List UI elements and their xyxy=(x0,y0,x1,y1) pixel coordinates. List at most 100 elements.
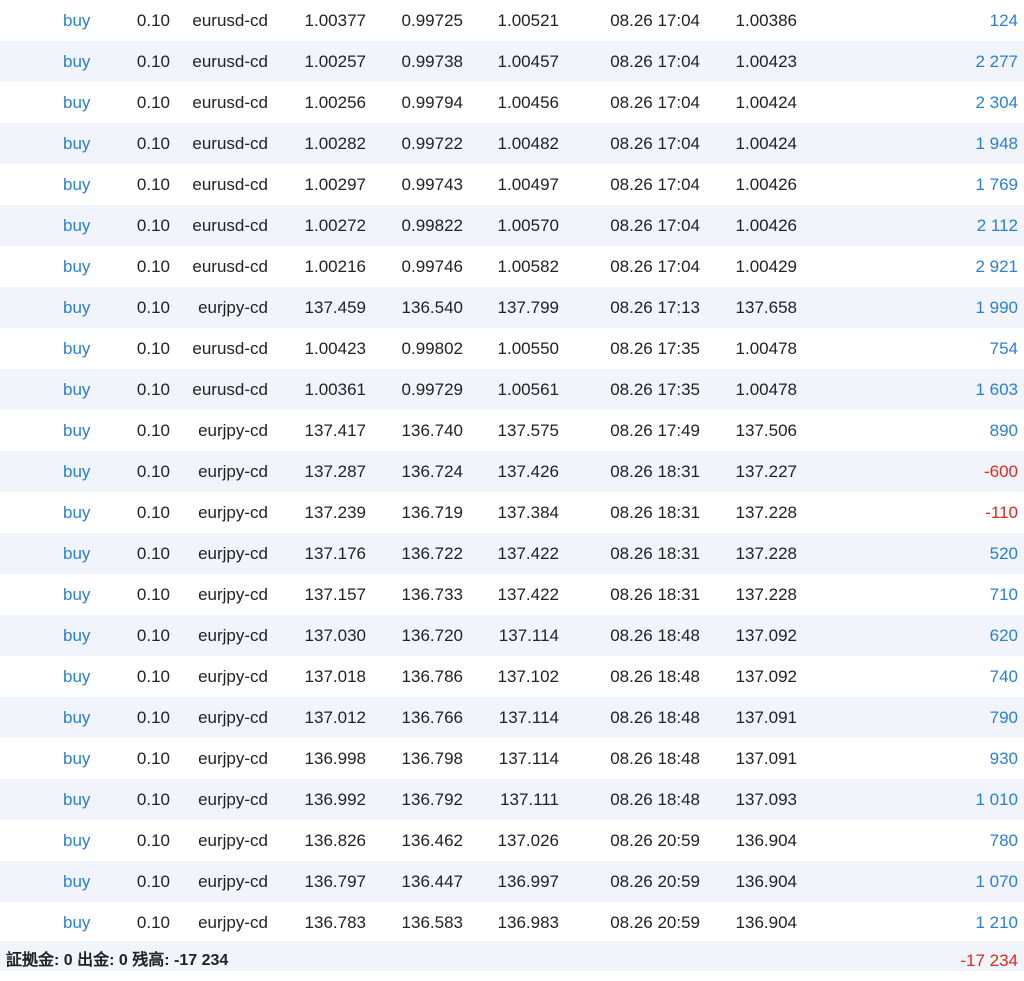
volume-cell: 0.10 xyxy=(136,421,170,440)
table-row[interactable]: buy 0.10 eurjpy-cd 137.018 136.786 137.1… xyxy=(0,656,1024,697)
symbol-cell: eurusd-cd xyxy=(192,93,268,112)
open-price-cell: 137.239 xyxy=(304,503,366,522)
order-type-link[interactable]: buy xyxy=(63,451,123,492)
open-price-cell: 136.797 xyxy=(304,872,366,891)
profit-cell: -600 xyxy=(983,462,1018,481)
symbol-cell: eurusd-cd xyxy=(192,134,268,153)
order-type-link[interactable]: buy xyxy=(63,287,123,328)
table-row[interactable]: buy 0.10 eurjpy-cd 137.459 136.540 137.7… xyxy=(0,287,1024,328)
take-profit-cell: 136.997 xyxy=(497,872,559,891)
profit-cell: 754 xyxy=(989,339,1018,358)
table-row[interactable]: buy 0.10 eurjpy-cd 137.417 136.740 137.5… xyxy=(0,410,1024,451)
table-row[interactable]: buy 0.10 eurjpy-cd 137.239 136.719 137.3… xyxy=(0,492,1024,533)
open-price-cell: 1.00423 xyxy=(304,339,366,358)
volume-cell: 0.10 xyxy=(136,749,170,768)
order-type-link[interactable]: buy xyxy=(63,41,123,82)
open-price-cell: 1.00377 xyxy=(304,11,366,30)
current-price-cell: 136.904 xyxy=(735,872,797,891)
order-type-link[interactable]: buy xyxy=(63,615,123,656)
current-price-cell: 1.00424 xyxy=(735,93,797,112)
table-row[interactable]: buy 0.10 eurusd-cd 1.00297 0.99743 1.004… xyxy=(0,164,1024,205)
table-row[interactable]: buy 0.10 eurjpy-cd 136.992 136.792 137.1… xyxy=(0,779,1024,820)
profit-cell: 1 010 xyxy=(975,790,1018,809)
order-type-link[interactable]: buy xyxy=(63,902,123,943)
time-cell: 08.26 18:48 xyxy=(610,667,700,686)
symbol-cell: eurjpy-cd xyxy=(198,298,268,317)
orders-table: buy 0.10 eurusd-cd 1.00377 0.99725 1.005… xyxy=(0,0,1024,971)
table-row[interactable]: buy 0.10 eurjpy-cd 136.797 136.447 136.9… xyxy=(0,861,1024,902)
table-row[interactable]: buy 0.10 eurusd-cd 1.00272 0.99822 1.005… xyxy=(0,205,1024,246)
stop-loss-cell: 136.722 xyxy=(401,544,463,563)
order-type-link[interactable]: buy xyxy=(63,164,123,205)
current-price-cell: 137.228 xyxy=(735,544,797,563)
table-row[interactable]: buy 0.10 eurjpy-cd 136.826 136.462 137.0… xyxy=(0,820,1024,861)
stop-loss-cell: 136.540 xyxy=(401,298,463,317)
account-summary-text: 証拠金: 0 出金: 0 残高: -17 234 xyxy=(6,952,229,969)
profit-cell: 1 603 xyxy=(975,380,1018,399)
order-type-link[interactable]: buy xyxy=(63,656,123,697)
table-row[interactable]: buy 0.10 eurusd-cd 1.00256 0.99794 1.004… xyxy=(0,82,1024,123)
order-type-link[interactable]: buy xyxy=(63,205,123,246)
volume-cell: 0.10 xyxy=(136,503,170,522)
order-type-link[interactable]: buy xyxy=(63,820,123,861)
symbol-cell: eurjpy-cd xyxy=(198,831,268,850)
order-type-link[interactable]: buy xyxy=(63,574,123,615)
order-type-link[interactable]: buy xyxy=(63,410,123,451)
time-cell: 08.26 17:04 xyxy=(610,93,700,112)
stop-loss-cell: 136.786 xyxy=(401,667,463,686)
table-row[interactable]: buy 0.10 eurjpy-cd 137.176 136.722 137.4… xyxy=(0,533,1024,574)
time-cell: 08.26 17:04 xyxy=(610,175,700,194)
table-row[interactable]: buy 0.10 eurjpy-cd 136.783 136.583 136.9… xyxy=(0,902,1024,943)
stop-loss-cell: 136.740 xyxy=(401,421,463,440)
profit-cell: 520 xyxy=(989,544,1018,563)
stop-loss-cell: 136.583 xyxy=(401,913,463,932)
open-price-cell: 136.998 xyxy=(304,749,366,768)
take-profit-cell: 137.102 xyxy=(497,667,559,686)
volume-cell: 0.10 xyxy=(136,134,170,153)
time-cell: 08.26 17:04 xyxy=(610,134,700,153)
volume-cell: 0.10 xyxy=(136,872,170,891)
table-row[interactable]: buy 0.10 eurjpy-cd 137.012 136.766 137.1… xyxy=(0,697,1024,738)
stop-loss-cell: 136.733 xyxy=(401,585,463,604)
order-type-link[interactable]: buy xyxy=(63,861,123,902)
table-row[interactable]: buy 0.10 eurusd-cd 1.00361 0.99729 1.005… xyxy=(0,369,1024,410)
table-row[interactable]: buy 0.10 eurusd-cd 1.00257 0.99738 1.004… xyxy=(0,41,1024,82)
order-type-link[interactable]: buy xyxy=(63,492,123,533)
volume-cell: 0.10 xyxy=(136,11,170,30)
stop-loss-cell: 0.99802 xyxy=(401,339,463,358)
order-type-link[interactable]: buy xyxy=(63,697,123,738)
take-profit-cell: 137.384 xyxy=(497,503,559,522)
time-cell: 08.26 17:35 xyxy=(610,380,700,399)
order-type-link[interactable]: buy xyxy=(63,533,123,574)
order-type-link[interactable]: buy xyxy=(63,328,123,369)
table-row[interactable]: buy 0.10 eurjpy-cd 137.157 136.733 137.4… xyxy=(0,574,1024,615)
stop-loss-cell: 0.99725 xyxy=(401,11,463,30)
order-type-link[interactable]: buy xyxy=(63,369,123,410)
order-type-link[interactable]: buy xyxy=(63,82,123,123)
order-type-link[interactable]: buy xyxy=(63,246,123,287)
volume-cell: 0.10 xyxy=(136,708,170,727)
table-row[interactable]: buy 0.10 eurusd-cd 1.00216 0.99746 1.005… xyxy=(0,246,1024,287)
order-type-link[interactable]: buy xyxy=(63,779,123,820)
order-type-link[interactable]: buy xyxy=(63,0,123,41)
table-row[interactable]: buy 0.10 eurjpy-cd 137.030 136.720 137.1… xyxy=(0,615,1024,656)
current-price-cell: 137.091 xyxy=(735,749,797,768)
volume-cell: 0.10 xyxy=(136,93,170,112)
profit-cell: 1 070 xyxy=(975,872,1018,891)
volume-cell: 0.10 xyxy=(136,913,170,932)
stop-loss-cell: 0.99794 xyxy=(401,93,463,112)
order-type-link[interactable]: buy xyxy=(63,123,123,164)
take-profit-cell: 1.00570 xyxy=(497,216,559,235)
order-type-link[interactable]: buy xyxy=(63,738,123,779)
table-row[interactable]: buy 0.10 eurjpy-cd 137.287 136.724 137.4… xyxy=(0,451,1024,492)
table-row[interactable]: buy 0.10 eurusd-cd 1.00423 0.99802 1.005… xyxy=(0,328,1024,369)
table-row[interactable]: buy 0.10 eurjpy-cd 136.998 136.798 137.1… xyxy=(0,738,1024,779)
stop-loss-cell: 136.798 xyxy=(401,749,463,768)
open-price-cell: 1.00256 xyxy=(304,93,366,112)
table-row[interactable]: buy 0.10 eurusd-cd 1.00377 0.99725 1.005… xyxy=(0,0,1024,41)
current-price-cell: 137.093 xyxy=(735,790,797,809)
time-cell: 08.26 18:31 xyxy=(610,462,700,481)
take-profit-cell: 137.575 xyxy=(497,421,559,440)
current-price-cell: 1.00426 xyxy=(735,175,797,194)
table-row[interactable]: buy 0.10 eurusd-cd 1.00282 0.99722 1.004… xyxy=(0,123,1024,164)
